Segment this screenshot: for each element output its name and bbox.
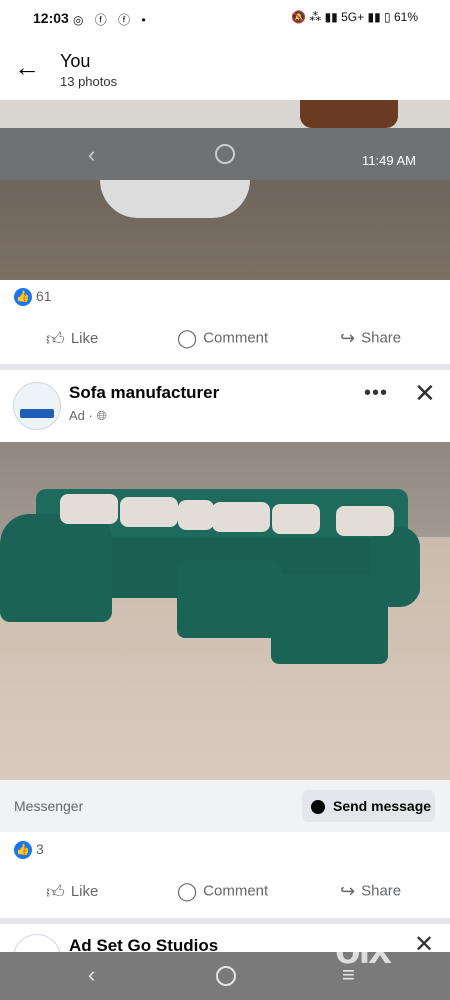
send-message-button[interactable]: Send message — [302, 790, 435, 822]
like-button[interactable]: 👍︎ Like — [46, 881, 98, 903]
like-label: Like — [70, 882, 99, 900]
ottoman-right — [271, 574, 388, 664]
more-options-icon[interactable]: ••• — [364, 382, 388, 405]
share-label: Share — [361, 329, 402, 347]
close-icon[interactable]: ✕ — [414, 378, 436, 409]
overlay-home-icon — [215, 144, 235, 164]
post-header-2: Sofa manufacturer Ad · 🌐︎ ••• ✕ — [0, 372, 450, 442]
messenger-bar: Messenger Send message — [0, 780, 450, 832]
pillow — [120, 497, 178, 527]
battery-level: 61% — [393, 10, 418, 24]
post-meta: Ad · 🌐︎ — [69, 408, 107, 424]
like-reaction-icon: 👍 — [14, 288, 32, 307]
thumbs-up-icon: 👍︎ — [46, 329, 65, 349]
comment-label: Comment — [203, 329, 269, 347]
comment-icon: ◯ — [177, 881, 198, 901]
share-button[interactable]: ↪ Share — [340, 328, 401, 349]
photo-bag — [300, 100, 398, 128]
comment-button[interactable]: ◯ Comment — [177, 881, 268, 902]
like-button[interactable]: 👍︎ Like — [46, 328, 98, 350]
post-author[interactable]: Sofa manufacturer — [69, 383, 219, 403]
messenger-label: Messenger — [14, 798, 84, 814]
action-row-1: 👍︎ Like ◯ Comment ↪ Share — [0, 316, 450, 364]
ottoman-left — [177, 560, 281, 638]
share-label: Share — [361, 882, 402, 900]
network-label: 5G+ — [341, 10, 365, 24]
reaction-count-2: 3 — [36, 841, 44, 857]
avatar-sofa — [20, 409, 54, 418]
avatar[interactable] — [13, 382, 61, 430]
overlay-time: 11:49 AM — [362, 153, 416, 168]
ad-label: Ad · — [69, 408, 93, 423]
like-reaction-icon: 👍 — [14, 841, 32, 860]
status-right: 🔕 ⁂ ▮▮ 5G+ ▮▮ ▯ 61% — [290, 10, 418, 24]
status-bar: 12:03 ◎ ⓕ ⓕ • 🔕 ⁂ ▮▮ 5G+ ▮▮ ▯ 61% — [0, 0, 450, 38]
back-arrow-icon[interactable]: ← — [14, 54, 40, 80]
photo-plinth — [100, 180, 250, 218]
pillow — [178, 500, 214, 530]
sofa-arm-left — [0, 514, 112, 622]
notification-icons: ◎ ⓕ ⓕ • — [73, 13, 150, 27]
battery-icon: ▯ — [384, 10, 391, 24]
reaction-count-1: 61 — [36, 288, 52, 304]
page-title: You — [60, 51, 91, 71]
overlay-back-icon: ‹ — [88, 142, 96, 167]
reaction-summary-2[interactable]: 👍 3 — [14, 841, 44, 860]
olx-watermark: olx — [335, 925, 392, 972]
comment-icon: ◯ — [177, 328, 198, 348]
post-photo-2[interactable] — [0, 442, 450, 780]
pillow — [60, 494, 118, 524]
top-bar: ← You 13 photos — [0, 38, 450, 100]
status-time: 12:03 — [33, 10, 69, 26]
comment-button[interactable]: ◯ Comment — [177, 328, 268, 349]
pillow — [336, 506, 394, 536]
share-icon: ↪ — [340, 328, 356, 348]
nav-home-icon[interactable] — [216, 966, 236, 986]
like-label: Like — [70, 329, 99, 347]
post-photo-1[interactable]: ‹ 11:49 AM — [0, 100, 450, 280]
share-icon: ↪ — [340, 881, 356, 901]
send-message-label: Send message — [333, 798, 432, 814]
messenger-icon — [311, 800, 325, 815]
comment-label: Comment — [203, 882, 269, 900]
action-row-2: 👍︎ Like ◯ Comment ↪ Share — [0, 869, 450, 917]
pillow — [272, 504, 320, 534]
post-separator — [0, 364, 450, 370]
reaction-summary-1[interactable]: 👍 61 — [14, 288, 52, 307]
globe-icon: 🌐︎ — [96, 408, 107, 423]
nav-back-icon[interactable]: ‹ — [88, 962, 95, 988]
share-button[interactable]: ↪ Share — [340, 881, 401, 902]
thumbs-up-icon: 👍︎ — [46, 882, 65, 902]
page-subtitle: 13 photos — [60, 74, 118, 89]
pillow — [212, 502, 270, 532]
